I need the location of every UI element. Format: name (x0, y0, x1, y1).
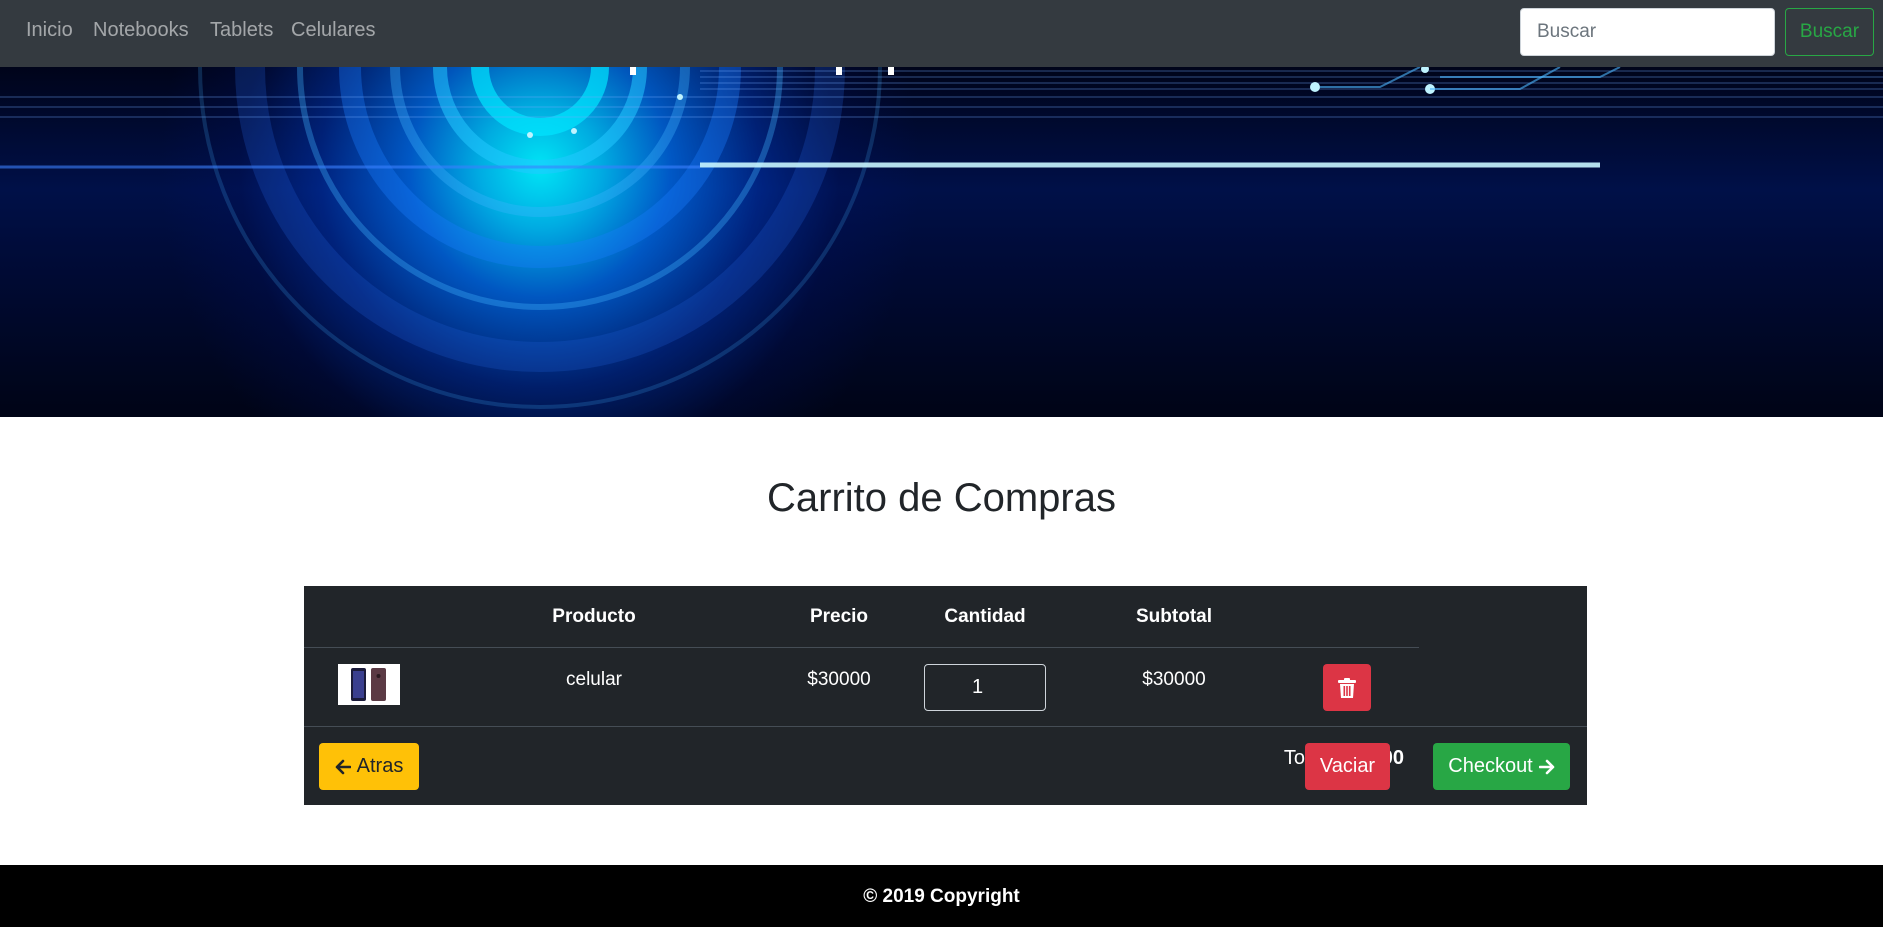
hero-tech-graphic (0, 67, 1883, 409)
phone-thumbnail-icon (338, 664, 400, 705)
navbar: Inicio Notebooks Tablets Celulares Busca… (0, 0, 1883, 67)
header-subtotal: Subtotal (1136, 606, 1212, 627)
nav-link-inicio[interactable]: Inicio (26, 19, 73, 42)
row-divider (304, 726, 1587, 727)
product-price: $30000 (807, 669, 871, 690)
page-title: Carrito de Compras (766, 476, 1116, 520)
nav-link-notebooks[interactable]: Notebooks (93, 19, 189, 42)
checkout-label: Checkout (1448, 755, 1533, 777)
footer-copyright: © 2019 Copyright (863, 886, 1020, 907)
cart-table: Producto Precio Cantidad Subtotal celula… (304, 586, 1587, 805)
search-button[interactable]: Buscar (1785, 8, 1874, 56)
quantity-input[interactable] (924, 664, 1046, 711)
trash-icon (1338, 677, 1356, 698)
back-button-label: Atras (356, 755, 404, 777)
delete-item-button[interactable] (1323, 664, 1371, 711)
nav-link-celulares[interactable]: Celulares (291, 19, 375, 42)
header-price: Precio (809, 606, 869, 627)
empty-cart-label: Vaciar (1319, 755, 1376, 777)
nav-link-tablets[interactable]: Tablets (210, 19, 273, 42)
footer: © 2019 Copyright (0, 865, 1883, 927)
arrow-right-icon (1538, 759, 1555, 774)
product-name: celular (566, 669, 622, 690)
hero-banner (0, 67, 1883, 417)
product-thumbnail (338, 664, 400, 705)
back-button[interactable]: Atras (319, 743, 419, 790)
checkout-button[interactable]: Checkout (1433, 743, 1570, 790)
header-divider (304, 647, 1419, 648)
header-product: Producto (552, 606, 636, 627)
arrow-left-icon (335, 759, 351, 774)
header-quantity: Cantidad (944, 606, 1026, 627)
search-input[interactable] (1520, 8, 1775, 56)
empty-cart-button[interactable]: Vaciar (1305, 743, 1390, 790)
product-subtotal: $30000 (1142, 669, 1206, 690)
